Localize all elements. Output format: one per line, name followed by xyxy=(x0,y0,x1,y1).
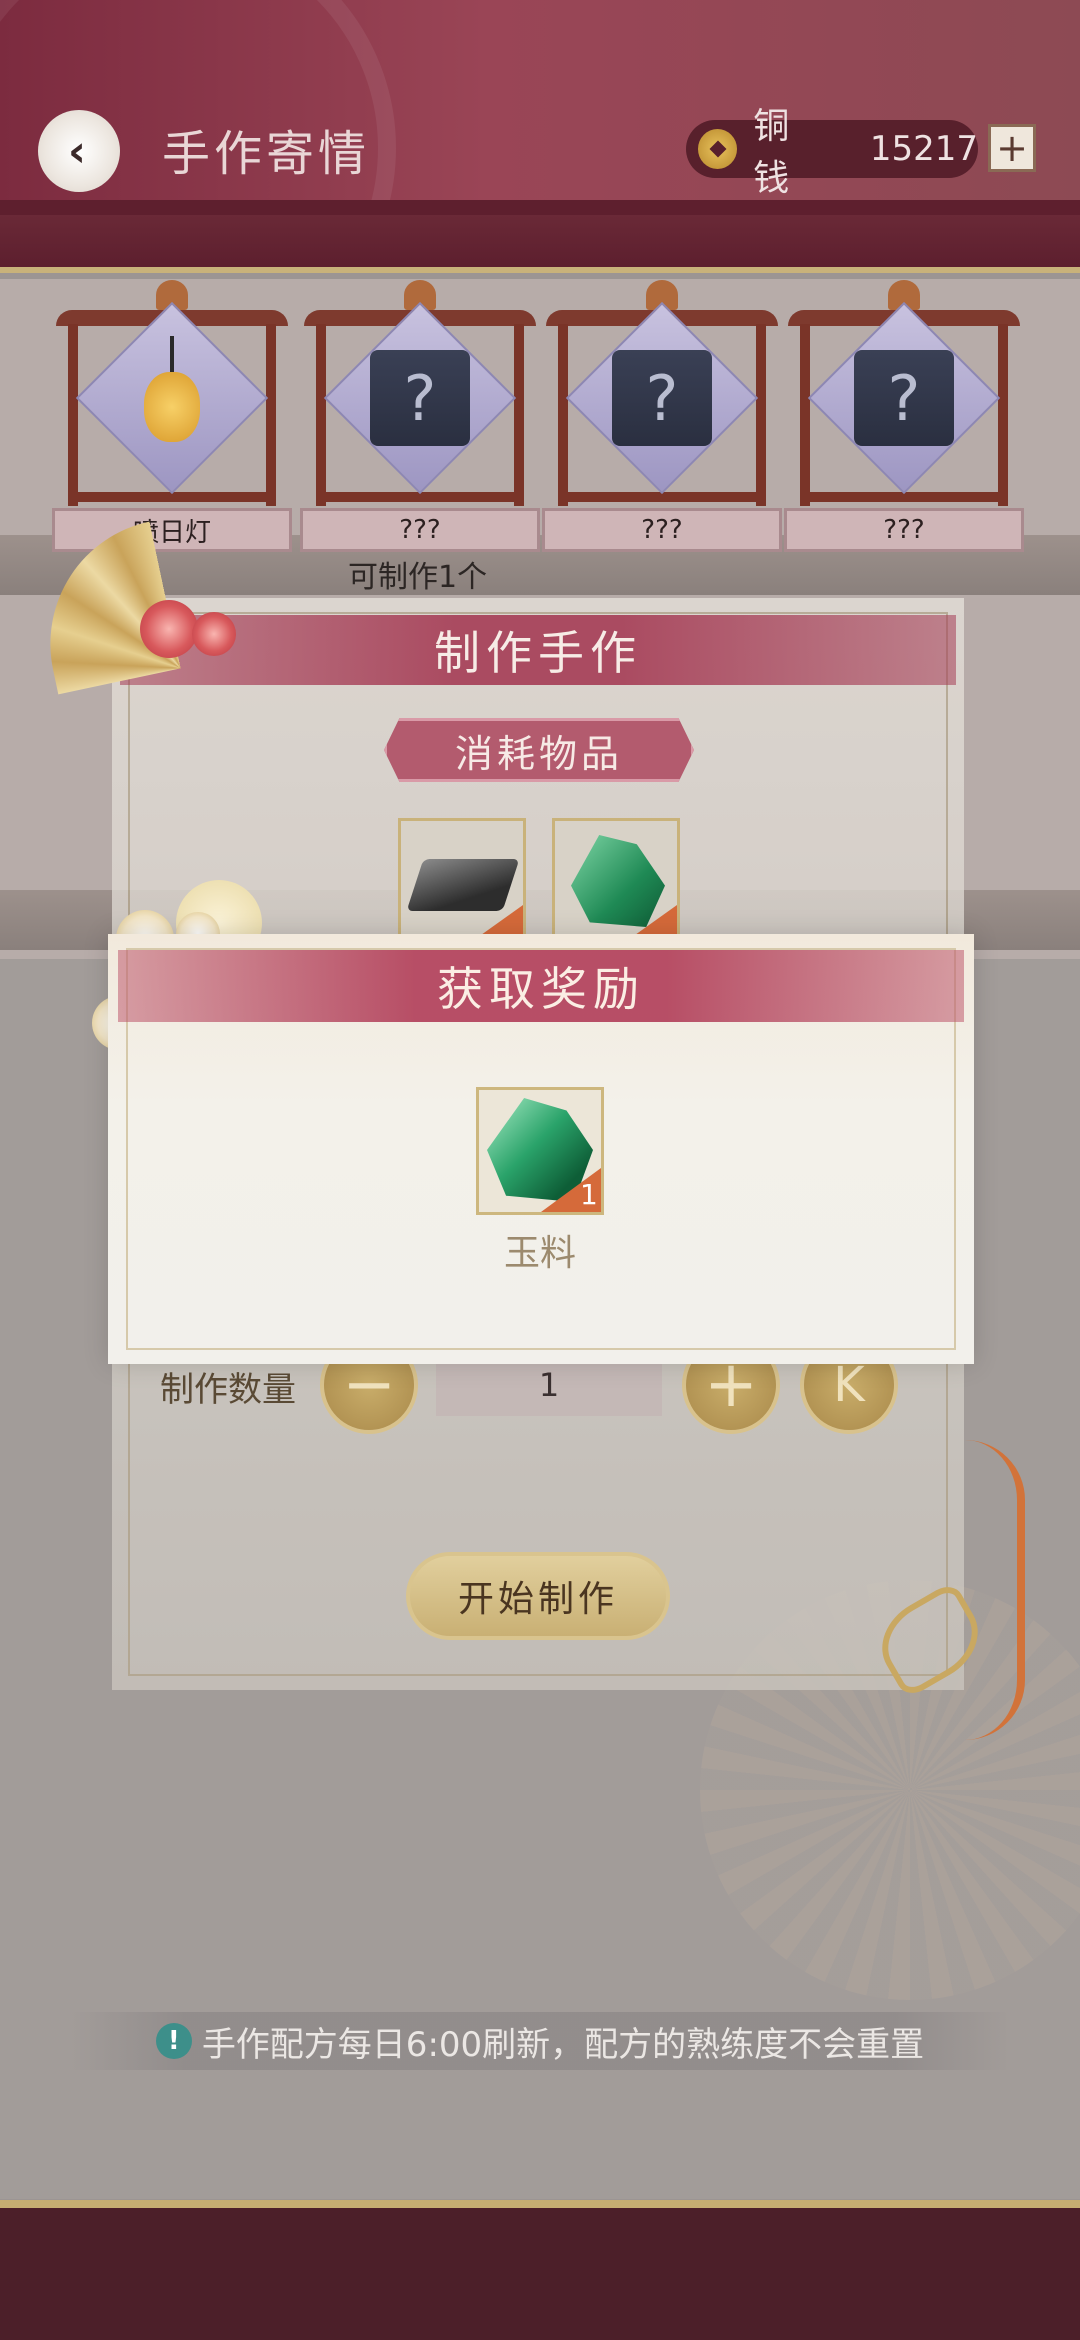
lantern-icon xyxy=(144,372,200,442)
mystery-box-icon: ? xyxy=(612,350,712,446)
material-slot-jade[interactable] xyxy=(552,818,680,948)
add-currency-button[interactable]: + xyxy=(988,124,1036,172)
currency-display: 铜钱 15217 xyxy=(686,106,978,199)
currency-label: 铜钱 xyxy=(753,106,790,199)
back-button[interactable]: ‹ xyxy=(38,110,120,192)
reward-item-name: 玉料 xyxy=(504,1233,577,1274)
chevron-left-icon: ‹ xyxy=(67,125,87,177)
bottom-bar xyxy=(0,2200,1080,2340)
plum-blossom-icon xyxy=(192,612,236,656)
header-strip xyxy=(0,215,1080,273)
mystery-box-icon: ? xyxy=(370,350,470,446)
can-make-count: 可制作1个 xyxy=(348,560,488,595)
reward-title: 获取奖励 xyxy=(437,962,645,1016)
shelf-item-4[interactable]: ? ??? xyxy=(784,280,1024,555)
mystery-box-icon: ? xyxy=(854,350,954,446)
shelf-item-label: ??? xyxy=(542,508,782,552)
currency-value: 15217 xyxy=(869,129,978,169)
consume-label: 消耗物品 xyxy=(454,731,623,776)
cord-decoration xyxy=(965,1440,1025,1740)
craft-title: 制作手作 xyxy=(434,626,642,680)
info-icon: ! xyxy=(155,2023,192,2059)
quantity-label: 制作数量 xyxy=(160,1370,296,1410)
plum-blossom-icon xyxy=(140,600,198,658)
refresh-notice: ! 手作配方每日6:00刷新，配方的熟练度不会重置 xyxy=(70,2012,1010,2070)
shelf-item-2[interactable]: ? ??? xyxy=(300,280,540,555)
copper-coin-icon xyxy=(698,129,738,169)
reward-item-count: 1 xyxy=(580,1178,598,1211)
reward-title-bar: 获取奖励 xyxy=(118,950,964,1022)
shelf-item-3[interactable]: ? ??? xyxy=(542,280,782,555)
page-title: 手作寄情 xyxy=(162,126,371,182)
jade-stone-icon xyxy=(571,835,665,927)
notice-text: 手作配方每日6:00刷新，配方的熟练度不会重置 xyxy=(201,2024,925,2065)
start-craft-label: 开始制作 xyxy=(457,1579,618,1620)
shelf-item-label: ??? xyxy=(300,508,540,552)
start-craft-button[interactable]: 开始制作 xyxy=(406,1552,670,1640)
silver-ingot-icon xyxy=(406,859,520,911)
shelf-item-label: ??? xyxy=(784,508,1024,552)
shelf-item-1[interactable]: 喷日灯 xyxy=(52,280,292,555)
material-slot-silver[interactable] xyxy=(398,818,526,948)
consume-label-banner: 消耗物品 xyxy=(384,718,694,782)
hanger-icon xyxy=(170,336,174,374)
